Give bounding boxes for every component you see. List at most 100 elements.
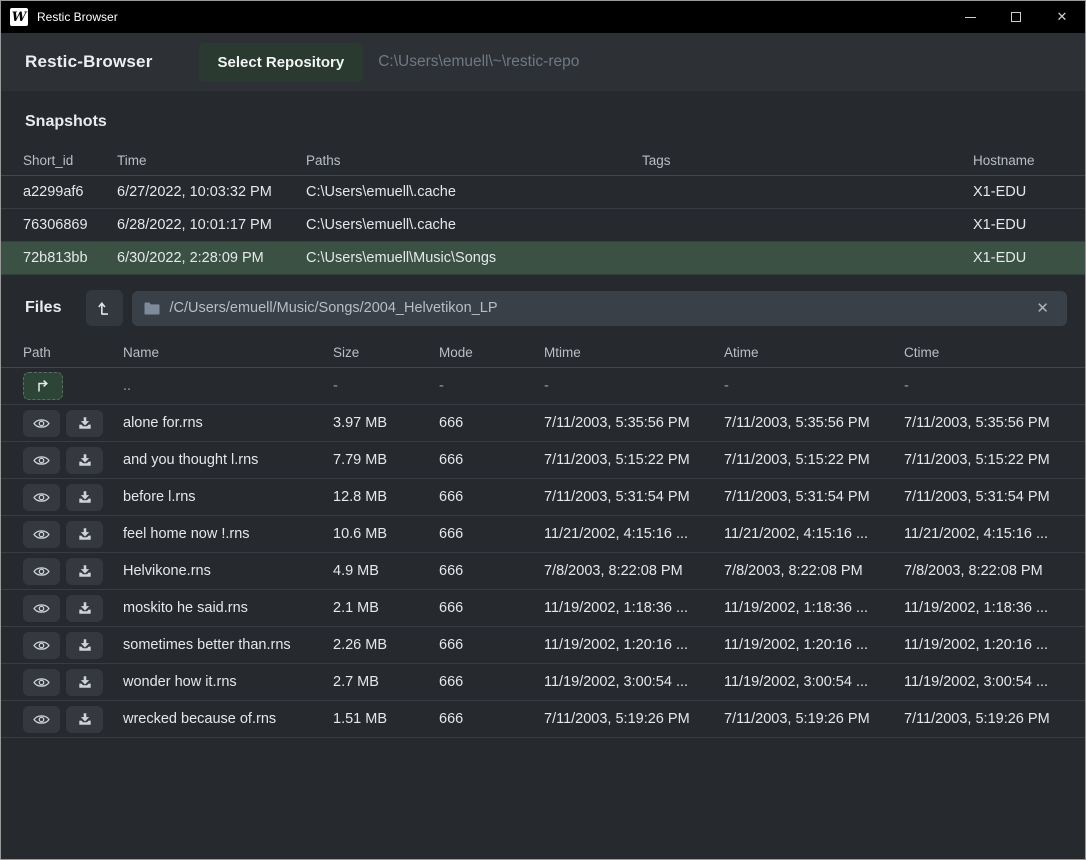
file-name: wrecked because of.rns <box>123 711 333 727</box>
file-mode: 666 <box>439 415 544 431</box>
snapshot-hostname: X1-EDU <box>973 217 1063 233</box>
preview-button[interactable] <box>23 521 60 548</box>
current-path-text: /C/Users/emuell/Music/Songs/2004_Helveti… <box>169 300 1030 316</box>
file-size: 2.26 MB <box>333 637 439 653</box>
download-button[interactable] <box>66 706 103 733</box>
download-button[interactable] <box>66 447 103 474</box>
download-icon <box>78 453 92 467</box>
file-mode: 666 <box>439 674 544 690</box>
download-icon <box>78 490 92 504</box>
file-mtime: - <box>544 378 724 394</box>
preview-button[interactable] <box>23 669 60 696</box>
app-window: W Restic Browser ✕ Restic-Browser Select… <box>0 0 1086 860</box>
minimize-button[interactable] <box>947 1 993 33</box>
clear-path-button[interactable]: ✕ <box>1030 297 1055 319</box>
file-mode: - <box>439 378 544 394</box>
file-row: and you thought l.rns 7.79 MB 666 7/11/2… <box>1 442 1085 479</box>
snapshot-row[interactable]: 763068696/28/2022, 10:01:17 PMC:\Users\e… <box>1 209 1085 242</box>
file-mode: 666 <box>439 526 544 542</box>
download-button[interactable] <box>66 484 103 511</box>
file-mtime: 7/11/2003, 5:15:22 PM <box>544 452 724 468</box>
snapshot-time: 6/30/2022, 2:28:09 PM <box>117 250 306 266</box>
download-icon <box>78 675 92 689</box>
preview-button[interactable] <box>23 632 60 659</box>
file-atime: 7/8/2003, 8:22:08 PM <box>724 563 904 579</box>
file-row: feel home now !.rns 10.6 MB 666 11/21/20… <box>1 516 1085 553</box>
titlebar: W Restic Browser ✕ <box>1 1 1085 33</box>
files-col-ctime: Ctime <box>904 345 1063 360</box>
file-mode: 666 <box>439 452 544 468</box>
download-button[interactable] <box>66 632 103 659</box>
maximize-button[interactable] <box>993 1 1039 33</box>
download-icon <box>78 638 92 652</box>
up-right-arrow-icon <box>35 379 51 393</box>
snapshot-short-id: a2299af6 <box>23 184 117 200</box>
snapshots-col-paths: Paths <box>306 153 642 168</box>
file-ctime: - <box>904 378 1063 394</box>
file-size: 2.1 MB <box>333 600 439 616</box>
download-button[interactable] <box>66 558 103 585</box>
files-col-mode: Mode <box>439 345 544 360</box>
parent-directory-row: .. - - - - - <box>1 368 1085 405</box>
file-ctime: 11/21/2002, 4:15:16 ... <box>904 526 1063 542</box>
current-path-bar[interactable]: /C/Users/emuell/Music/Songs/2004_Helveti… <box>132 291 1067 326</box>
close-icon: ✕ <box>1057 9 1068 25</box>
file-size: 3.97 MB <box>333 415 439 431</box>
file-name: Helvikone.rns <box>123 563 333 579</box>
snapshots-col-time: Time <box>117 153 306 168</box>
eye-icon <box>33 676 50 689</box>
snapshot-hostname: X1-EDU <box>973 250 1063 266</box>
file-atime: 11/19/2002, 1:20:16 ... <box>724 637 904 653</box>
snapshots-title: Snapshots <box>1 91 1085 131</box>
files-col-size: Size <box>333 345 439 360</box>
file-mtime: 11/19/2002, 1:18:36 ... <box>544 600 724 616</box>
go-up-button[interactable] <box>23 372 63 400</box>
files-col-name: Name <box>123 345 333 360</box>
file-atime: 11/21/2002, 4:15:16 ... <box>724 526 904 542</box>
download-button[interactable] <box>66 669 103 696</box>
download-button[interactable] <box>66 595 103 622</box>
file-atime: 7/11/2003, 5:19:26 PM <box>724 711 904 727</box>
download-icon <box>78 527 92 541</box>
download-button[interactable] <box>66 521 103 548</box>
file-mtime: 11/19/2002, 3:00:54 ... <box>544 674 724 690</box>
file-ctime: 11/19/2002, 1:20:16 ... <box>904 637 1063 653</box>
parent-directory-button[interactable] <box>86 290 123 326</box>
file-mode: 666 <box>439 563 544 579</box>
snapshots-table-body: a2299af66/27/2022, 10:03:32 PMC:\Users\e… <box>1 176 1085 275</box>
preview-button[interactable] <box>23 410 60 437</box>
file-name: before l.rns <box>123 489 333 505</box>
file-atime: - <box>724 378 904 394</box>
preview-button[interactable] <box>23 484 60 511</box>
file-atime: 7/11/2003, 5:35:56 PM <box>724 415 904 431</box>
files-table-header: Path Name Size Mode Mtime Atime Ctime <box>1 337 1085 368</box>
snapshot-hostname: X1-EDU <box>973 184 1063 200</box>
download-button[interactable] <box>66 410 103 437</box>
preview-button[interactable] <box>23 558 60 585</box>
snapshot-row[interactable]: 72b813bb6/30/2022, 2:28:09 PMC:\Users\em… <box>1 242 1085 275</box>
eye-icon <box>33 602 50 615</box>
select-repository-button[interactable]: Select Repository <box>199 43 364 82</box>
file-ctime: 11/19/2002, 1:18:36 ... <box>904 600 1063 616</box>
file-ctime: 7/8/2003, 8:22:08 PM <box>904 563 1063 579</box>
files-col-mtime: Mtime <box>544 345 724 360</box>
snapshot-paths: C:\Users\emuell\.cache <box>306 217 642 233</box>
preview-button[interactable] <box>23 447 60 474</box>
preview-button[interactable] <box>23 706 60 733</box>
snapshot-row[interactable]: a2299af66/27/2022, 10:03:32 PMC:\Users\e… <box>1 176 1085 209</box>
snapshots-table-header: Short_id Time Paths Tags Hostname <box>1 145 1085 176</box>
file-atime: 11/19/2002, 1:18:36 ... <box>724 600 904 616</box>
eye-icon <box>33 528 50 541</box>
snapshots-col-short-id: Short_id <box>23 153 117 168</box>
close-button[interactable]: ✕ <box>1039 1 1085 33</box>
file-size: 1.51 MB <box>333 711 439 727</box>
download-icon <box>78 416 92 430</box>
eye-icon <box>33 639 50 652</box>
eye-icon <box>33 417 50 430</box>
file-mode: 666 <box>439 637 544 653</box>
file-name: alone for.rns <box>123 415 333 431</box>
file-name: and you thought l.rns <box>123 452 333 468</box>
preview-button[interactable] <box>23 595 60 622</box>
file-mode: 666 <box>439 711 544 727</box>
files-table-body: .. - - - - - alone for.rns 3.97 MB <box>1 368 1085 859</box>
